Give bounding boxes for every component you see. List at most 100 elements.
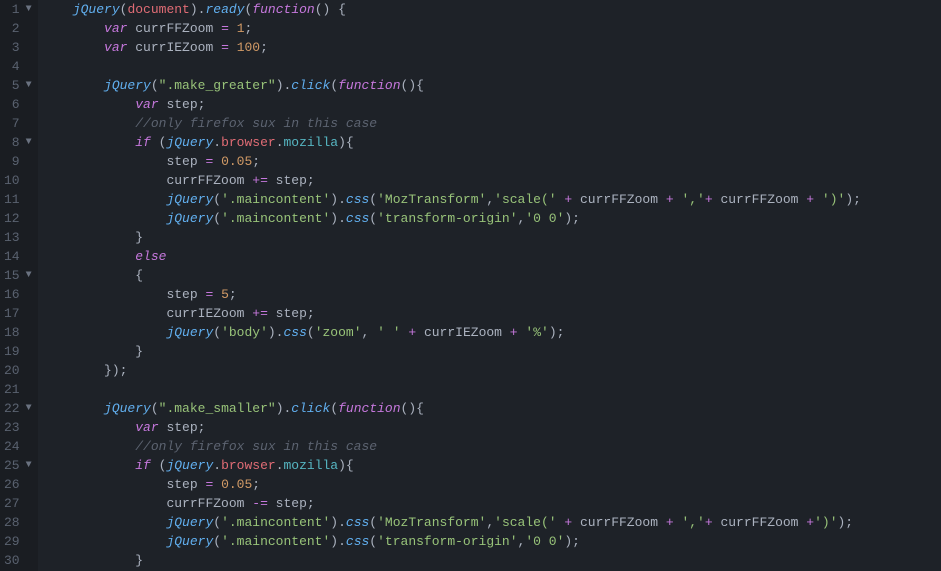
token-cm: //only firefox sux in this case [135,439,377,454]
code-line[interactable]: jQuery(".make_greater").click(function()… [42,76,941,95]
token-pn: ; [307,306,315,321]
code-line[interactable]: jQuery('.maincontent').css('transform-or… [42,532,941,551]
code-line[interactable]: currIEZoom += step; [42,304,941,323]
line-number: 19 [4,342,32,361]
token-pn: { [135,268,143,283]
code-line[interactable]: var currFFZoom = 1; [42,19,941,38]
token-fn: jQuery [166,534,213,549]
token-op: + [705,515,713,530]
token-kw: var [135,97,158,112]
token-id: currIEZoom [127,40,221,55]
token-id: step [268,496,307,511]
token-pn: . [213,458,221,473]
code-line[interactable]: jQuery('.maincontent').css('transform-or… [42,209,941,228]
line-number: 4 [4,57,32,76]
code-line[interactable]: } [42,342,941,361]
token-kw: function [252,2,314,17]
token-pn: ( [213,325,221,340]
token-prop: browser [221,458,276,473]
token-op: + [408,325,416,340]
code-line[interactable] [42,57,941,76]
fold-icon[interactable]: ▼ [22,399,32,418]
token-str: 'scale(' [494,515,556,530]
token-str: '.maincontent' [221,515,330,530]
token-pn: ( [213,211,221,226]
code-line[interactable]: jQuery('.maincontent').css('MozTransform… [42,513,941,532]
code-line[interactable]: jQuery('.maincontent').css('MozTransform… [42,190,941,209]
code-line[interactable]: var step; [42,95,941,114]
code-area[interactable]: jQuery(document).ready(function() { var … [38,0,941,571]
code-line[interactable]: jQuery(".make_smaller").click(function()… [42,399,941,418]
code-line[interactable]: currFFZoom -= step; [42,494,941,513]
token-pn: ( [151,135,167,150]
line-number: 11 [4,190,32,209]
token-pn: ); [845,192,861,207]
token-pn: ( [151,401,159,416]
token-pn: ( [213,515,221,530]
line-number: 2 [4,19,32,38]
code-editor[interactable]: 1▼2345▼678▼9101112131415▼16171819202122▼… [0,0,941,571]
line-number: 18 [4,323,32,342]
token-str: 'transform-origin' [377,211,517,226]
line-number: 29 [4,532,32,551]
code-line[interactable]: //only firefox sux in this case [42,437,941,456]
line-number: 7 [4,114,32,133]
fold-icon[interactable]: ▼ [22,456,32,475]
line-number: 17 [4,304,32,323]
token-pn: , [362,325,378,340]
token-pn: ; [307,496,315,511]
code-line[interactable]: jQuery(document).ready(function() { [42,0,941,19]
token-str: '0 0' [525,211,564,226]
code-line[interactable]: else [42,247,941,266]
token-pn: ( [213,534,221,549]
code-line[interactable]: }); [42,361,941,380]
code-line[interactable]: var currIEZoom = 100; [42,38,941,57]
token-pn: ). [276,78,292,93]
token-id [229,40,237,55]
token-op: + [806,515,814,530]
fold-icon[interactable]: ▼ [22,133,32,152]
token-fn: jQuery [166,211,213,226]
code-line[interactable]: step = 0.05; [42,152,941,171]
token-fn: jQuery [166,325,213,340]
line-number: 9 [4,152,32,171]
token-fn: css [283,325,306,340]
code-line[interactable] [42,380,941,399]
token-id [213,154,221,169]
token-pn: ). [330,515,346,530]
token-id: step [159,97,198,112]
token-kw: var [104,40,127,55]
code-line[interactable]: step = 5; [42,285,941,304]
code-line[interactable]: } [42,551,941,570]
token-fn: css [346,192,369,207]
token-fn: jQuery [73,2,120,17]
token-fn: click [291,78,330,93]
fold-icon[interactable]: ▼ [22,76,32,95]
code-line[interactable]: //only firefox sux in this case [42,114,941,133]
token-num: 0.05 [221,154,252,169]
code-line[interactable]: if (jQuery.browser.mozilla){ [42,456,941,475]
token-id: step [268,306,307,321]
code-line[interactable]: if (jQuery.browser.mozilla){ [42,133,941,152]
token-kw: if [135,458,151,473]
code-line[interactable]: currFFZoom += step; [42,171,941,190]
token-pn: ( [330,78,338,93]
code-line[interactable]: jQuery('body').css('zoom', ' ' + currIEZ… [42,323,941,342]
token-num: 1 [237,21,245,36]
token-pn: ); [564,534,580,549]
line-number: 8▼ [4,133,32,152]
token-id: step [159,420,198,435]
code-line[interactable]: { [42,266,941,285]
fold-icon[interactable]: ▼ [22,0,32,19]
token-pn: ; [245,21,253,36]
token-str: ',' [681,515,704,530]
token-fn: jQuery [166,458,213,473]
code-line[interactable]: } [42,228,941,247]
code-line[interactable]: step = 0.05; [42,475,941,494]
code-line[interactable]: var step; [42,418,941,437]
token-id [213,477,221,492]
fold-icon[interactable]: ▼ [22,266,32,285]
token-pn: ); [564,211,580,226]
line-number: 5▼ [4,76,32,95]
token-fn: css [346,515,369,530]
